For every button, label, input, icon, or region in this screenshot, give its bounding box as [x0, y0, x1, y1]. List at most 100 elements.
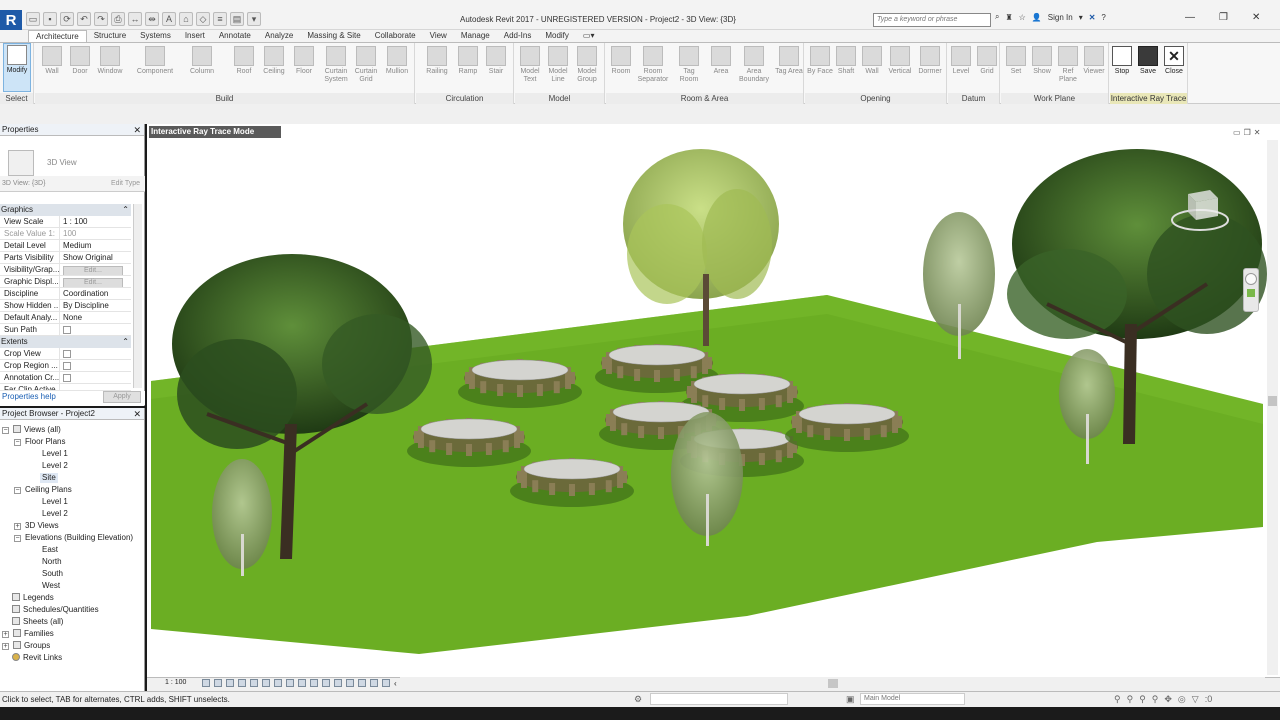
ribbon-minimize-toggle[interactable]: ▭▾ — [576, 30, 602, 42]
drag-elements-icon[interactable]: ✥ — [1164, 694, 1172, 705]
active-workset-dropdown[interactable] — [650, 693, 788, 705]
drawing-area[interactable] — [147, 124, 1280, 680]
restore-icon[interactable]: ❐ — [1219, 12, 1228, 23]
close-icon[interactable]: ✕ — [133, 408, 141, 420]
default-3d-view-icon[interactable]: ⌂ — [179, 12, 193, 26]
view-scale-button[interactable]: 1 : 100 — [165, 679, 186, 686]
dormer-button[interactable]: Dormer — [915, 45, 945, 76]
minimize-icon[interactable]: — — [1185, 12, 1195, 23]
redo-icon[interactable]: ↷ — [94, 12, 108, 26]
filter-icon[interactable]: ▽ — [1192, 694, 1199, 705]
design-option-dropdown[interactable]: Main Model — [860, 693, 965, 705]
sign-in-dropdown-icon[interactable]: ▾ — [1079, 13, 1083, 22]
save-icon[interactable]: ▪ — [43, 12, 57, 26]
viewer-button[interactable]: Viewer — [1079, 45, 1109, 76]
room-separator-button[interactable]: Room Separator — [636, 45, 670, 84]
close-view-icon[interactable]: ✕ — [1254, 128, 1261, 137]
column-button[interactable]: Column — [187, 45, 217, 76]
thin-lines-icon[interactable]: ≡ — [213, 12, 227, 26]
tab-structure[interactable]: Structure — [87, 30, 133, 42]
ramp-button[interactable]: Ramp — [453, 45, 483, 76]
collapse-toggle-icon[interactable]: − — [14, 535, 21, 542]
vg-edit-button[interactable]: Edit... — [63, 266, 123, 275]
close-icon[interactable]: ✕ — [133, 124, 141, 136]
tab-systems[interactable]: Systems — [133, 30, 178, 42]
apply-button[interactable]: Apply — [103, 391, 141, 403]
tree-node-families[interactable]: + Families — [2, 629, 54, 639]
roof-button[interactable]: Roof — [229, 45, 259, 76]
crop-view-icon[interactable] — [262, 679, 270, 687]
tab-massing-site[interactable]: Massing & Site — [300, 30, 367, 42]
curtain-system-button[interactable]: Curtain System — [321, 45, 351, 84]
ceiling-button[interactable]: Ceiling — [259, 45, 289, 76]
tab-architecture[interactable]: Architecture — [28, 30, 87, 42]
switch-windows-icon[interactable]: ▤ — [230, 12, 244, 26]
properties-help-link[interactable]: Properties help Apply — [0, 391, 145, 405]
expand-toggle-icon[interactable]: + — [2, 631, 9, 638]
measure-icon[interactable]: ↔ — [128, 12, 142, 26]
navigation-bar[interactable] — [1243, 268, 1259, 312]
tree-node-north[interactable]: North — [42, 557, 62, 567]
view-scale-field[interactable]: 1 : 100 — [60, 216, 131, 227]
reveal-constraints-icon[interactable] — [358, 679, 366, 687]
tab-add-ins[interactable]: Add-Ins — [497, 30, 539, 42]
room-button[interactable]: Room — [606, 45, 636, 76]
design-options-icon[interactable]: ▣ — [846, 694, 855, 705]
exchange-icon[interactable]: ✕ — [1089, 13, 1096, 22]
wall-opening-button[interactable]: Wall — [857, 45, 887, 76]
collapse-icon[interactable]: ⌃ — [122, 336, 129, 348]
component-button[interactable]: Component — [133, 45, 177, 76]
sign-in-link[interactable]: Sign In — [1048, 13, 1073, 22]
tab-analyze[interactable]: Analyze — [258, 30, 300, 42]
binoculars-icon[interactable]: ⌕ — [995, 12, 999, 22]
favorites-icon[interactable]: ☆ — [1019, 13, 1026, 22]
tab-collaborate[interactable]: Collaborate — [368, 30, 423, 42]
mullion-button[interactable]: Mullion — [382, 45, 412, 76]
viewcube-icon[interactable] — [1170, 180, 1230, 240]
temporary-view-properties-icon[interactable] — [382, 679, 390, 687]
hide-crop-icon[interactable] — [370, 679, 378, 687]
temporary-hide-icon[interactable] — [298, 679, 306, 687]
parts-visibility-field[interactable]: Show Original — [60, 252, 131, 263]
tree-node-sheets[interactable]: Sheets (all) — [12, 617, 63, 627]
highlight-displacement-icon[interactable] — [346, 679, 354, 687]
vertical-scrollbar[interactable] — [1267, 140, 1278, 675]
collapse-toggle-icon[interactable]: − — [2, 427, 9, 434]
shadows-icon[interactable] — [238, 679, 246, 687]
restore-view-icon[interactable]: ❐ — [1244, 128, 1251, 137]
horizontal-scroll-thumb[interactable] — [828, 679, 838, 688]
wall-button[interactable]: Wall — [37, 45, 67, 76]
stair-button[interactable]: Stair — [481, 45, 511, 76]
lock-3d-view-icon[interactable] — [286, 679, 294, 687]
tree-node-ceiling-plans[interactable]: − Ceiling Plans — [14, 485, 72, 495]
properties-scrollbar[interactable] — [133, 204, 142, 388]
tab-modify[interactable]: Modify — [538, 30, 576, 42]
worksharing-display-icon[interactable] — [322, 679, 330, 687]
rendered-3d-view[interactable] — [147, 124, 1280, 680]
tree-node-site[interactable]: Site — [40, 473, 58, 483]
tree-node-south[interactable]: South — [42, 569, 63, 579]
window-button[interactable]: Window — [93, 45, 127, 76]
text-icon[interactable]: A — [162, 12, 176, 26]
select-pinned-icon[interactable]: ⚲ — [1139, 694, 1146, 705]
tab-view[interactable]: View — [423, 30, 454, 42]
annotation-crop-checkbox[interactable] — [63, 374, 71, 382]
close-window-icon[interactable]: ✕ — [1252, 12, 1260, 23]
open-icon[interactable]: ▭ — [26, 12, 40, 26]
floor-button[interactable]: Floor — [289, 45, 319, 76]
tree-node-ceiling-level-1[interactable]: Level 1 — [42, 497, 68, 507]
model-line-button[interactable]: Model Line — [543, 45, 573, 84]
tree-node-legends[interactable]: Legends — [12, 593, 54, 603]
visual-style-icon[interactable] — [214, 679, 222, 687]
expand-toggle-icon[interactable]: + — [2, 643, 9, 650]
section-icon[interactable]: ◇ — [196, 12, 210, 26]
worksets-icon[interactable]: ⚙ — [634, 694, 642, 705]
tree-node-east[interactable]: East — [42, 545, 58, 555]
tab-annotate[interactable]: Annotate — [212, 30, 258, 42]
close-ray-trace-button[interactable]: ✕ Close — [1161, 45, 1187, 76]
area-boundary-button[interactable]: Area Boundary — [736, 45, 772, 84]
tree-node-level-2[interactable]: Level 2 — [42, 461, 68, 471]
save-render-button[interactable]: Save — [1135, 45, 1161, 76]
tag-room-button[interactable]: Tag Room — [674, 45, 704, 84]
steering-wheel-icon[interactable] — [1245, 273, 1257, 285]
